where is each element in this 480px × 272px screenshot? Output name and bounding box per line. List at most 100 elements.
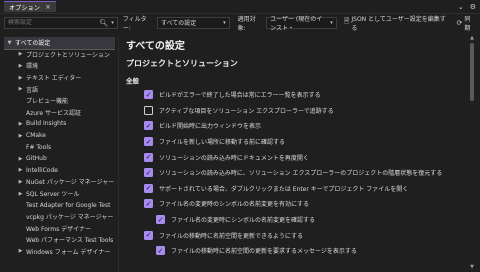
option-label: ファイルの移動時に名前空間を更新できるようにする [159,232,303,240]
sidebar-item[interactable]: ▶ プロジェクトとソリューション [4,49,115,61]
gear-icon[interactable]: ⚙ [470,3,476,11]
sync-label: 同期 [464,15,471,32]
search-icon[interactable]: 🔍︎ [99,19,108,27]
sidebar-item-label: 環境 [26,63,39,71]
document-icon: 🗎 [343,17,350,25]
search-box[interactable]: 🔍︎ ▾ [4,16,118,29]
sidebar-item-label: Azure サービス認証 [26,109,81,117]
sync-button[interactable]: ⟳ 同期 [457,14,476,32]
chevron-right-icon[interactable]: ▶ [17,86,24,92]
option-label: ファイル名の変更時にシンボルの名前変更を確認する [171,217,316,225]
options-list: ✓ ビルドがエラーで終了した場合は常にエラー一覧を表示する アクティブな項目をソリュ… [126,87,466,259]
sidebar-item[interactable]: vcpkg パッケージ マネージャー [4,211,115,223]
option-label: ソリューションの読み込み時に、ソリューション エクスプローラーのプロジェクトの階… [159,170,443,178]
filter-select[interactable]: すべての設定 ▾ [156,16,230,29]
sidebar-item-label: 言語 [26,86,39,94]
filter-label: フィルター: [122,15,147,32]
option-checkbox[interactable]: ✓ [144,90,153,100]
chevron-right-icon[interactable]: ▶ [17,191,24,197]
sidebar-item[interactable]: ▶ CMake [4,130,115,142]
group-heading: 全般 [126,77,139,85]
scrollbar-thumb[interactable] [470,43,474,101]
sidebar-item[interactable]: ▶ Build Insights [4,118,115,130]
option-checkbox[interactable]: ✓ [156,215,165,225]
chevron-right-icon[interactable]: ▶ [17,133,24,139]
option-label: ファイル名の変更時のシンボルの名前変更を有効にする [159,201,310,209]
edit-json-button[interactable]: 🗎 JSON としてユーザー設定を編集する [344,14,450,32]
vertical-scrollbar[interactable]: ▲ ▼ [468,35,476,272]
option-label: ビルド開始時に出力ウィンドウを表示 [159,123,262,131]
option-checkbox[interactable]: ✓ [144,152,153,162]
sidebar-item[interactable]: ▶ 環境 [4,60,115,72]
pane-divider[interactable] [118,35,119,272]
option-checkbox[interactable]: ✓ [144,199,153,209]
scroll-down-icon[interactable]: ▼ [468,264,476,270]
option-checkbox[interactable] [144,105,153,115]
apply-label: 適用対象: [237,15,256,32]
sidebar-item-label: CMake [26,132,46,140]
sidebar-item[interactable]: プレビュー機能 [4,95,115,107]
options-tab-label: オプション [9,4,40,12]
sidebar-item[interactable]: ▶ Windows フォーム デザイナー [4,246,115,258]
sidebar-item[interactable]: ▶ テキスト エディター [4,72,115,84]
sidebar-item[interactable]: ▶ SQL Server ツール [4,188,115,200]
option-checkbox[interactable]: ✓ [144,137,153,147]
chevron-right-icon[interactable]: ▶ [17,63,24,69]
option-row: ✓ ファイル名の変更時のシンボルの名前変更を有効にする [126,196,466,212]
sidebar-item-label: NuGet パッケージ マネージャー [26,179,115,187]
sidebar-item[interactable]: Test Adapter for Google Test [4,199,115,211]
option-checkbox[interactable]: ✓ [144,183,153,193]
sidebar-item-label: すべての設定 [15,40,51,48]
settings-content: すべての設定 プロジェクトとソリューション 全般 ✓ ビルドがエラーで終了した場合… [126,37,466,272]
sidebar-item-label: vcpkg パッケージ マネージャー [26,214,114,222]
sidebar-item-label: IntelliCode [26,166,58,174]
title-bar: オプション × ⌄ ⚙ [0,0,480,14]
sidebar-item-label: プロジェクトとソリューション [26,51,110,59]
chevron-down-icon[interactable]: ▼ [6,40,13,46]
sidebar-item[interactable]: F# Tools [4,141,115,153]
chevron-right-icon[interactable]: ▶ [17,248,24,254]
sidebar-item[interactable]: ▶ 言語 [4,83,115,95]
option-label: ソリューションの読み込み時にドキュメントを再度開く [159,154,309,162]
chevron-right-icon[interactable]: ▶ [17,179,24,185]
chevron-down-icon: ▾ [330,19,333,26]
sidebar-item[interactable]: ▶ IntelliCode [4,165,115,177]
option-checkbox[interactable]: ✓ [144,168,153,178]
close-icon[interactable]: × [45,3,51,11]
chevron-right-icon[interactable]: ▶ [17,167,24,173]
sidebar-item[interactable]: Web パフォーマンス Test Tools [4,234,115,246]
chevron-right-icon[interactable]: ▶ [17,121,24,127]
sidebar-item[interactable]: ▶ GitHub [4,153,115,165]
sidebar-item[interactable]: ▶ NuGet パッケージ マネージャー [4,176,115,188]
chevron-right-icon[interactable]: ▶ [17,51,24,57]
option-row: ✓ ファイルの移動時に名前空間の更新を要求するメッセージを表示する [126,243,466,259]
page-title: すべての設定 [126,41,185,52]
sidebar-item[interactable]: ▼ すべての設定 [4,37,115,50]
toolbar: 🔍︎ ▾ フィルター: すべての設定 ▾ 適用対象: ユーザー (現在のインスト… [0,14,480,32]
sidebar-item[interactable]: Web Forms デザイナー [4,223,115,235]
sidebar-item-label: テキスト エディター [26,75,82,83]
apply-select[interactable]: ユーザー (現在のインスト・ ▾ [266,15,337,32]
sidebar-item-label: Web パフォーマンス Test Tools [26,237,114,245]
dropdown-icon[interactable]: ⌄ [458,3,464,11]
option-label: ビルドがエラーで終了した場合は常にエラー一覧を表示する [159,92,321,100]
chevron-down-icon[interactable]: ▾ [111,20,114,26]
option-label: ファイルを新しい場所に移動する前に確認する [159,139,286,147]
sidebar-item[interactable]: Azure サービス認証 [4,107,115,119]
scroll-up-icon[interactable]: ▲ [468,35,476,41]
sidebar-item-label: SQL Server ツール [26,191,80,199]
sync-icon: ⟳ [456,18,463,27]
search-input[interactable] [8,19,97,26]
option-label: サポートされている場合、ダブルクリックまたは Enter キーでプロジェクト フ… [159,185,409,193]
option-checkbox[interactable]: ✓ [156,246,165,256]
chevron-right-icon[interactable]: ▶ [17,75,24,81]
section-heading: プロジェクトとソリューション [126,59,238,68]
option-row: ✓ ファイル名の変更時にシンボルの名前変更を確認する [126,212,466,228]
option-checkbox[interactable]: ✓ [144,230,153,240]
options-tab[interactable]: オプション × [4,1,56,12]
option-checkbox[interactable]: ✓ [144,121,153,131]
sidebar-item-label: Windows フォーム デザイナー [26,248,111,256]
sidebar-item-label: GitHub [26,155,47,163]
chevron-right-icon[interactable]: ▶ [17,156,24,162]
apply-select-value: ユーザー (現在のインスト・ [270,15,323,32]
